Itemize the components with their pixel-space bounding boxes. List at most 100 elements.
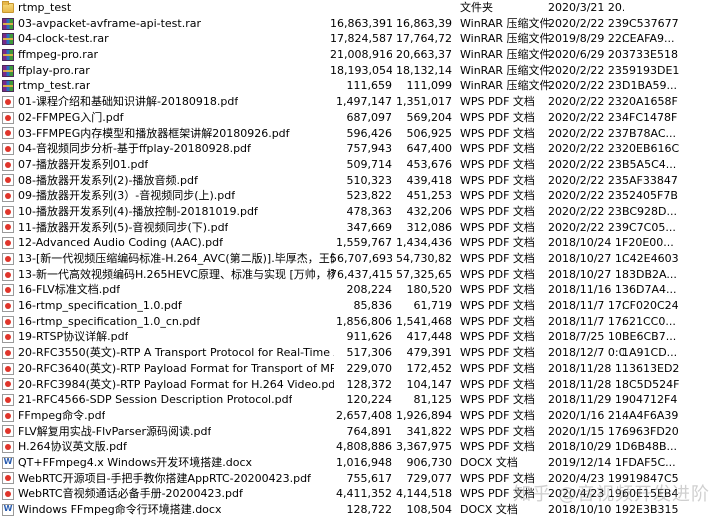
file-name: WebRTC音视频通话必备手册-20200423.pdf [18,487,243,501]
file-type: WPS PDF 文档 [460,314,535,328]
pdf-icon [2,299,14,312]
file-row[interactable]: rtmp_test.rar 111,659 111,099 WinRAR 压缩文件 20… [0,78,720,94]
file-type: WPS PDF 文档 [460,408,535,422]
file-crc: 7B78AC... [622,126,677,140]
pdf-icon [2,425,14,438]
file-size: 21,008,916 [330,48,392,62]
file-type: 文件夹 [460,1,493,14]
file-crc: 13613ED2 [622,361,680,375]
file-type: WPS PDF 文档 [460,204,535,218]
file-row[interactable]: 08-播放器开发系列(2)-播放音频.pdf 510,323 439,418 WPS … [0,173,720,189]
file-list: rtmp_test 文件夹 2020/3/21 20... 03-avpacket-a… [0,0,720,518]
docx-icon [2,503,14,516]
file-row[interactable]: 16-rtmp_specification_1.0_cn.pdf 1,856,80… [0,313,720,330]
file-type: WPS PDF 文档 [460,157,535,171]
file-modified: 2018/11/29 1... [548,393,624,407]
pdf-icon [2,111,14,124]
file-crc: 6963FD20 [622,424,679,438]
file-modified: 2020/6/29 20... [548,48,624,62]
file-crc: F20E00... [622,236,674,250]
file-name: QT+FFmpeg4.x Windows开发环境搭建.docx [18,455,253,469]
file-row[interactable]: FFmpeg命令.pdf 2,657,408 1,926,894 WPS PDF 文档… [0,407,720,424]
file-packed-size: 312,086 [406,220,453,234]
file-name-cell: 08-播放器开发系列(2)-播放音频.pdf [0,173,334,189]
file-type: WinRAR 压缩文件 [460,63,550,77]
file-packed-size: 479,391 [406,346,453,360]
file-row[interactable]: WebRTC音视频通话必备手册-20200423.pdf 4,411,352 4,1… [0,486,720,502]
file-name-cell: 12-Advanced Audio Coding (AAC).pdf [0,235,334,251]
file-type: WPS PDF 文档 [460,487,535,501]
file-size: 128,372 [346,377,393,391]
file-row[interactable]: 20-RFC3984(英文)-RTP Payload Format for H.… [0,376,720,393]
file-row[interactable]: rtmp_test 文件夹 2020/3/21 20... [0,0,720,16]
file-row[interactable]: 20-RFC3640(英文)-RTP Payload Format for Tr… [0,361,720,377]
file-row[interactable]: 10-播放器开发系列(4)-播放控制-20181019.pdf 478,363 43… [0,204,720,220]
file-row[interactable]: 12-Advanced Audio Coding (AAC).pdf 1,559,… [0,235,720,251]
file-row[interactable]: 16-rtmp_specification_1.0.pdf 85,836 61,71… [0,298,720,314]
file-row[interactable]: 03-FFMPEG内存模型和播放器框架讲解20180926.pdf 596,426… [0,125,720,142]
file-modified: 2020/2/22 23... [548,173,624,187]
file-row[interactable]: 11-播放器开发系列(5)-音视频同步(下).pdf 347,669 312,086… [0,219,720,236]
file-size: 510,323 [346,173,393,187]
pdf-icon [2,95,14,108]
file-row[interactable]: Windows FFmpeg命令行环境搭建.docx 128,722 108,504… [0,502,720,518]
file-row[interactable]: 19-RTSP协议详解.pdf 911,626 417,448 WPS PDF 文档 2… [0,329,720,345]
file-name: 20-RFC3640(英文)-RTP Payload Format for Tr… [18,361,334,375]
file-name-cell: 03-avpacket-avframe-api-test.rar [0,16,334,32]
file-name: FFmpeg命令.pdf [18,408,106,422]
file-size: 1,497,147 [336,95,392,109]
file-row[interactable]: 09-播放器开发系列(3）-音视频同步(上).pdf 523,822 451,253… [0,188,720,204]
file-name-cell: 19-RTSP协议详解.pdf [0,329,334,345]
file-row[interactable]: ffmpeg-pro.rar 21,008,916 20,663,376 WinRAR… [0,47,720,63]
file-name-cell: rtmp_test.rar [0,78,334,94]
file-crc: 60E15EB4 [622,487,679,501]
file-row[interactable]: QT+FFmpeg4.x Windows开发环境搭建.docx 1,016,948… [0,455,720,471]
file-row[interactable]: 16-FLV标准文档.pdf 208,224 180,520 WPS PDF 文档 20… [0,282,720,299]
file-name-cell: FLV解复用实战-FlvParser源码阅读.pdf [0,424,334,440]
file-size: 76,437,415 [330,267,392,281]
file-size: 687,097 [346,110,393,124]
pdf-icon [2,127,14,140]
file-size: 764,891 [346,424,393,438]
file-packed-size: 1,351,017 [396,95,452,109]
file-name: 21-RFC4566-SDP Session Description Proto… [18,393,293,407]
file-row[interactable]: 01-课程介绍和基础知识讲解-20180918.pdf 1,497,147 1,35… [0,94,720,110]
file-row[interactable]: 03-avpacket-avframe-api-test.rar 16,863,3… [0,16,720,32]
file-crc: 1A91CD... [622,346,678,360]
file-row[interactable]: FLV解复用实战-FlvParser源码阅读.pdf 764,891 341,822… [0,424,720,440]
file-row[interactable]: ffplay-pro.rar 18,193,054 18,132,145 WinRAR… [0,62,720,79]
file-crc: 83DB2A... [622,267,677,281]
file-size: 120,224 [346,393,393,407]
pdf-icon [2,378,14,391]
file-name-cell: H.264协议英文版.pdf [0,439,334,455]
file-size: 111,659 [346,79,393,93]
file-size: 85,836 [353,299,393,313]
pdf-icon [2,158,14,171]
file-size: 208,224 [346,283,393,297]
file-packed-size: 647,400 [406,142,453,156]
file-type: WPS PDF 文档 [460,126,535,140]
file-name: 16-rtmp_specification_1.0_cn.pdf [18,314,201,328]
file-row[interactable]: 13-[新一代视频压缩编码标准-H.264_AVC(第二版)].毕厚杰，王健编著… [0,251,720,267]
file-modified: 2020/2/22 23... [548,189,624,203]
file-modified: 2018/12/7 0:03 [548,346,624,360]
file-packed-size: 16,863,391 [396,16,452,30]
file-crc: 919847C5 [622,471,679,485]
file-row[interactable]: H.264协议英文版.pdf 4,808,886 3,367,975 WPS PDF … [0,439,720,455]
file-name: 16-FLV标准文档.pdf [18,283,121,297]
file-row[interactable]: 07-播放器开发系列01.pdf 509,714 453,676 WPS PDF 文档… [0,156,720,173]
file-packed-size: 451,253 [406,189,453,203]
docx-icon [2,456,14,469]
file-name-cell: Windows FFmpeg命令行环境搭建.docx [0,502,334,518]
file-row[interactable]: 02-FFMPEG入门.pdf 687,097 569,204 WPS PDF 文档 2… [0,110,720,126]
file-crc: BC928D... [622,204,677,218]
file-row[interactable]: 13-新一代高效视频编码H.265HEVC原理、标准与实现 [万帅，杨付正 编著… [0,267,720,283]
file-row[interactable]: 21-RFC4566-SDP Session Description Proto… [0,392,720,408]
file-packed-size: 57,325,656 [396,267,452,281]
file-row[interactable]: 20-RFC3550(英文)-RTP A Transport Protocol … [0,345,720,361]
file-name-cell: 11-播放器开发系列(5)-音视频同步(下).pdf [0,220,334,236]
file-modified: 2020/2/22 23... [548,79,624,93]
file-row[interactable]: WebRTC开源项目-手把手教你搭建AppRTC-20200423.pdf 755… [0,470,720,487]
file-row[interactable]: 04-clock-test.rar 17,824,587 17,764,729 Win… [0,31,720,48]
file-row[interactable]: 04-音视频同步分析-基于ffplay-20180928.pdf 757,943 6… [0,141,720,157]
